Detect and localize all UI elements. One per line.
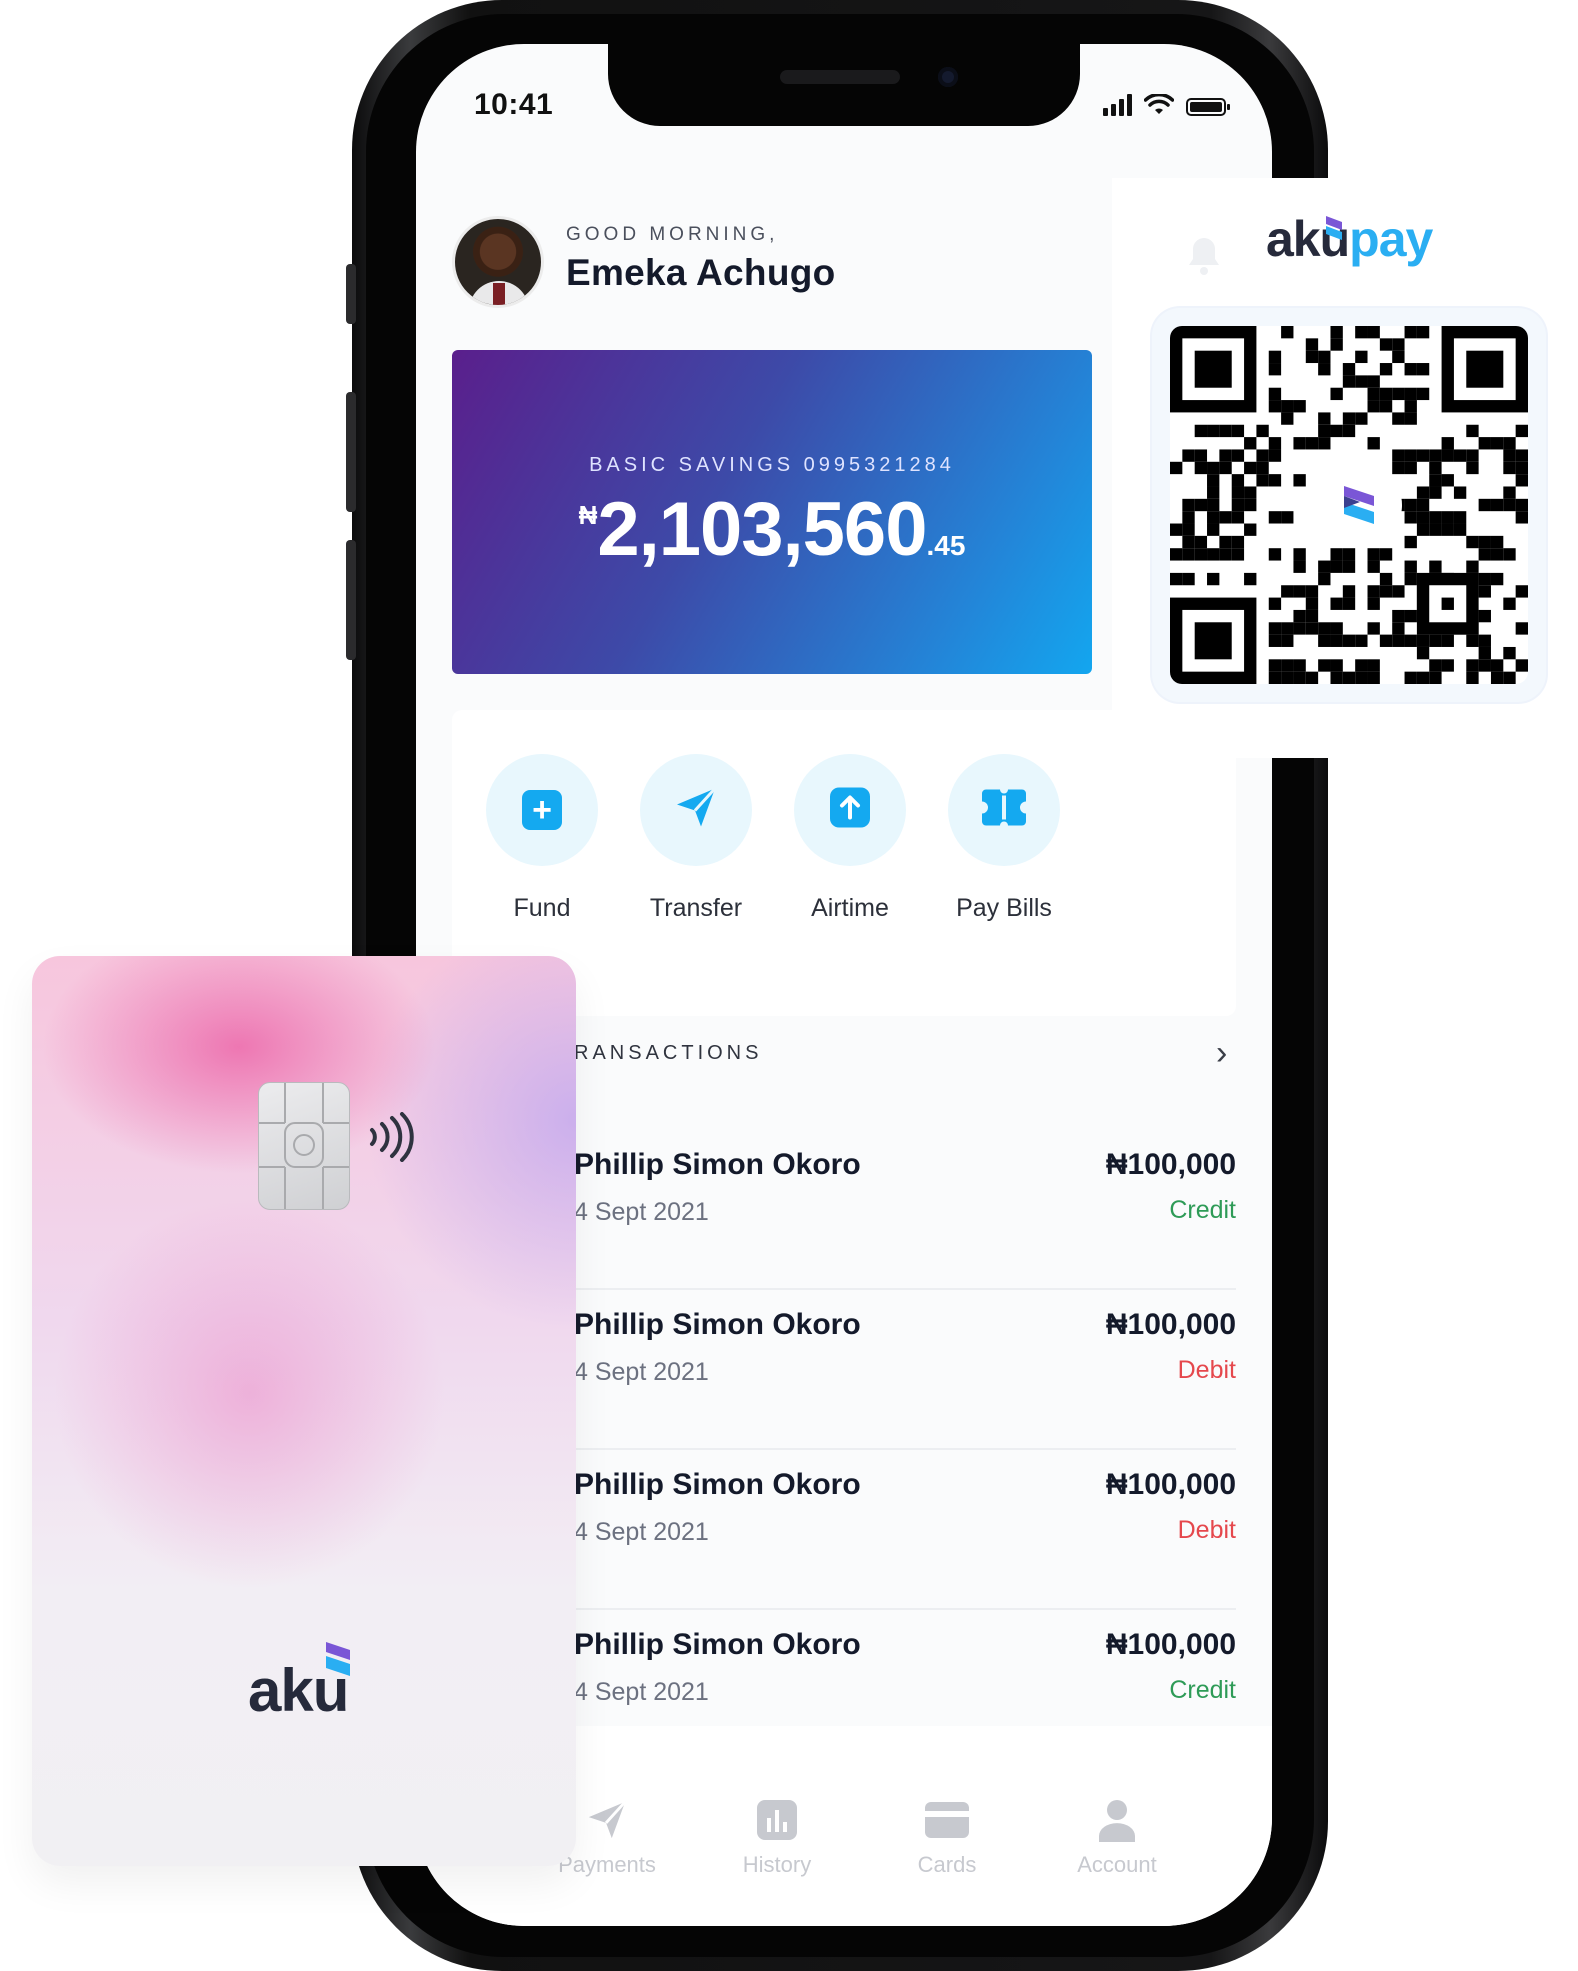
contactless-icon (370, 1112, 414, 1162)
transfer-icon-circle (640, 754, 752, 866)
bills-icon (982, 789, 1026, 831)
action-pay-bills[interactable]: Pay Bills (914, 754, 1094, 923)
transaction-name: Phillip Simon Okoro (574, 1148, 861, 1181)
akupay-logo-pay: pay (1349, 211, 1433, 267)
transaction-type: Debit (1177, 1516, 1236, 1544)
action-pay-bills-label: Pay Bills (956, 894, 1052, 922)
transaction-date: 4 Sept 2021 (574, 1358, 709, 1386)
transaction-type: Debit (1177, 1356, 1236, 1384)
transaction-name: Phillip Simon Okoro (574, 1628, 861, 1661)
transaction-date: 4 Sept 2021 (574, 1678, 709, 1706)
phone-silent-switch (346, 264, 356, 324)
aku-mark-icon (1344, 486, 1374, 524)
transaction-type: Credit (1169, 1676, 1236, 1704)
fund-icon-circle: + (486, 754, 598, 866)
account-label: BASIC SAVINGS 0995321284 (589, 454, 955, 476)
action-airtime-label: Airtime (811, 894, 889, 922)
nav-account[interactable]: Account (1042, 1798, 1192, 1878)
camera-icon (938, 67, 958, 87)
avatar[interactable] (452, 216, 544, 308)
phone-volume-up (346, 392, 356, 512)
chevron-right-icon[interactable]: › (1216, 1034, 1227, 1073)
balance-main: 2,103,560 (597, 487, 927, 572)
status-time: 10:41 (474, 88, 554, 121)
greeting-salutation: GOOD MORNING, (566, 224, 779, 245)
action-fund[interactable]: + Fund (452, 754, 632, 923)
akupay-logo: akupay (1266, 210, 1433, 268)
action-airtime[interactable]: Airtime (760, 754, 940, 923)
nav-cards-label: Cards (917, 1852, 977, 1877)
aku-mark-icon (326, 1642, 350, 1676)
transaction-date: 4 Sept 2021 (574, 1198, 709, 1226)
nav-cards[interactable]: Cards (872, 1798, 1022, 1878)
qr-logo (1316, 462, 1402, 548)
card-icon (925, 1802, 969, 1838)
user-icon (1099, 1800, 1135, 1842)
bell-icon[interactable] (1186, 236, 1222, 276)
action-transfer[interactable]: Transfer (606, 754, 786, 923)
currency-symbol: ₦ (578, 500, 598, 530)
phone-volume-down (346, 540, 356, 660)
transaction-row[interactable]: Phillip Simon Okoro 4 Sept 2021 ₦100,000… (566, 1290, 1236, 1450)
transaction-name: Phillip Simon Okoro (574, 1308, 861, 1341)
user-name: Emeka Achugo (566, 252, 836, 293)
notch (608, 44, 1080, 126)
balance-amount: ₦2,103,560.45 (452, 486, 1092, 573)
balance-card[interactable]: BASIC SAVINGS 0995321284 ₦2,103,560.45 (452, 350, 1092, 674)
send-icon (673, 785, 719, 836)
wifi-icon (1144, 94, 1174, 114)
qr-code[interactable] (1152, 308, 1546, 702)
transaction-row[interactable]: Phillip Simon Okoro 4 Sept 2021 ₦100,000… (566, 1450, 1236, 1610)
aku-payment-card[interactable]: aku (32, 956, 576, 1866)
transaction-amount: ₦100,000 (1105, 1468, 1236, 1501)
balance-decimal: .45 (926, 530, 966, 561)
transaction-row[interactable]: Phillip Simon Okoro 4 Sept 2021 ₦100,000… (566, 1130, 1236, 1290)
signal-icon (1103, 94, 1132, 116)
transactions-header: RANSACTIONS (574, 1042, 763, 1064)
action-transfer-label: Transfer (649, 894, 743, 922)
chip-icon (258, 1082, 350, 1210)
qr-code-inner (1170, 326, 1528, 684)
send-icon (588, 1800, 627, 1839)
bills-icon-circle (948, 754, 1060, 866)
transaction-date: 4 Sept 2021 (574, 1518, 709, 1546)
transaction-name: Phillip Simon Okoro (574, 1468, 861, 1501)
nav-account-label: Account (1077, 1852, 1157, 1877)
transaction-amount: ₦100,000 (1105, 1308, 1236, 1341)
transaction-amount: ₦100,000 (1105, 1628, 1236, 1661)
nav-history[interactable]: History (702, 1798, 852, 1878)
chart-icon (757, 1800, 797, 1840)
battery-icon (1186, 98, 1230, 116)
nav-history-label: History (742, 1852, 812, 1877)
action-fund-label: Fund (513, 894, 571, 922)
transaction-amount: ₦100,000 (1105, 1148, 1236, 1181)
upload-icon (830, 787, 870, 833)
transaction-type: Credit (1169, 1196, 1236, 1224)
speaker (780, 70, 900, 84)
status-icons (1103, 94, 1230, 116)
aku-mark-icon (1326, 216, 1342, 240)
plus-icon: + (522, 790, 562, 830)
airtime-icon-circle (794, 754, 906, 866)
